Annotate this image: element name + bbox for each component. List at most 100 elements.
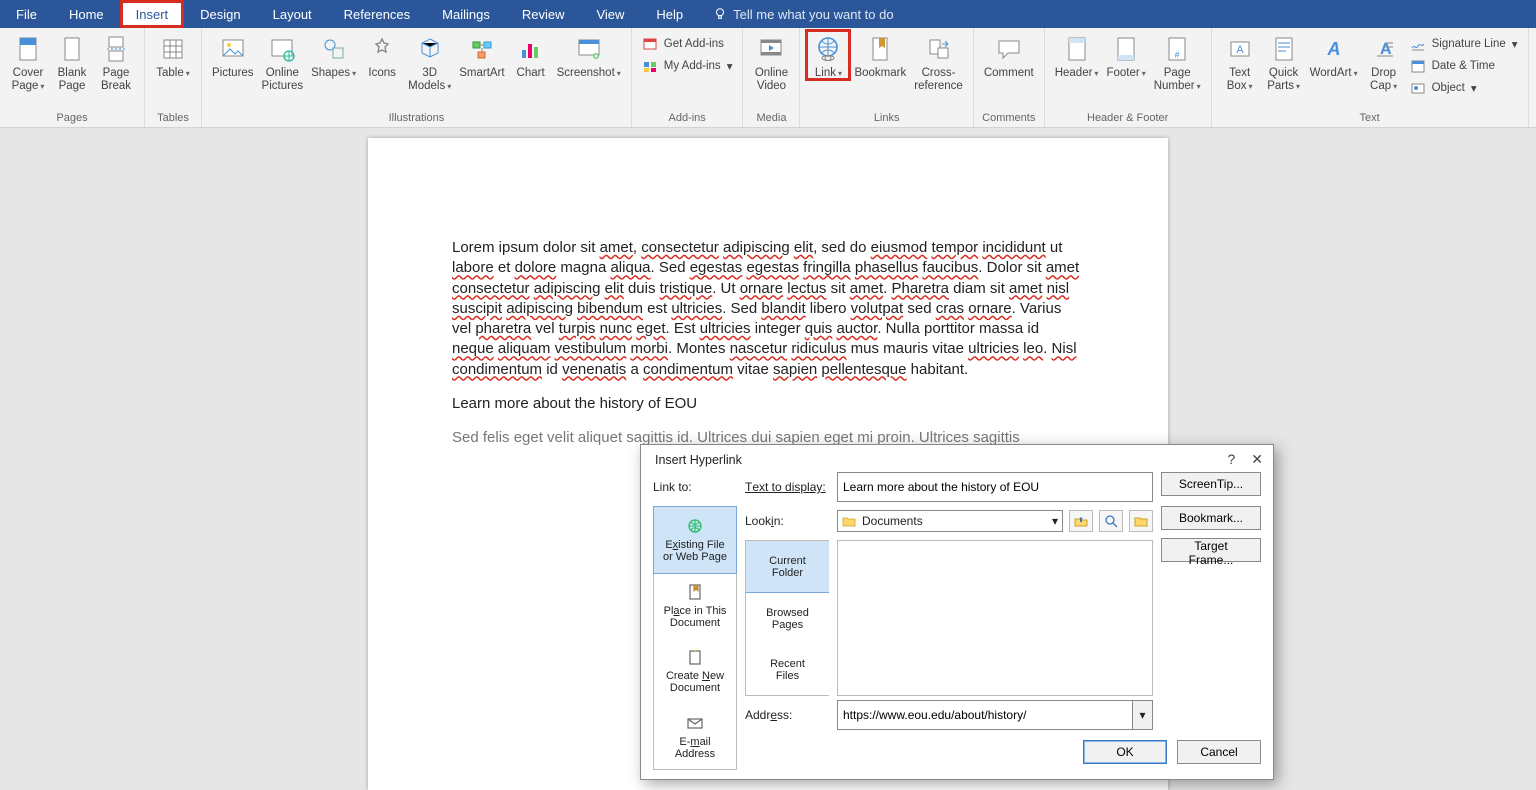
paragraph-2[interactable]: Learn more about the history of EOU (452, 394, 1084, 414)
close-icon[interactable]: ✕ (1251, 451, 1263, 468)
cover-page-button[interactable]: Cover Page▾ (6, 30, 50, 93)
chart-button[interactable]: Chart (509, 30, 553, 80)
browse-file-button[interactable] (1129, 510, 1153, 532)
group-text: AText Box▾Quick Parts▾AWordArt▾ADrop Cap… (1212, 28, 1529, 127)
email-icon (685, 713, 705, 733)
tab-review[interactable]: Review (506, 0, 581, 28)
group-label: Media (749, 110, 793, 127)
group-label: Header & Footer (1051, 110, 1205, 127)
group-label: Add-ins (638, 110, 737, 127)
get-addins-icon (642, 36, 658, 52)
link-to-label: Link to: (653, 472, 737, 502)
footer-button[interactable]: Footer▾ (1102, 30, 1149, 80)
up-one-level-button[interactable] (1069, 510, 1093, 532)
linkto-place-in-doc[interactable]: Place in ThisDocument (654, 573, 736, 639)
chevron-down-icon: ▾ (1052, 514, 1058, 528)
signature-line-button[interactable]: Signature Line▾ (1406, 34, 1522, 54)
screentip-button[interactable]: ScreenTip... (1161, 472, 1261, 496)
linkto-create-new-label: Create NewDocument (666, 670, 724, 694)
link-button[interactable]: Link▾ (806, 30, 850, 80)
screenshot-label: Screenshot▾ (557, 67, 621, 80)
icons-icon (366, 33, 398, 65)
text-box-button[interactable]: AText Box▾ (1218, 30, 1262, 93)
paragraph-1[interactable]: Lorem ipsum dolor sit amet, consectetur … (452, 238, 1084, 380)
linkto-existing-file-label: Existing Fileor Web Page (663, 539, 727, 563)
address-label: Address: (745, 700, 829, 730)
blank-page-button[interactable]: Blank Page (50, 30, 94, 93)
cancel-button[interactable]: Cancel (1177, 740, 1261, 764)
group-tables: Table▾Tables (145, 28, 202, 127)
file-list[interactable] (837, 540, 1153, 696)
tab-references[interactable]: References (328, 0, 426, 28)
bookmark-doc-icon (685, 582, 705, 602)
look-in-value: Documents (862, 514, 923, 528)
page-break-button[interactable]: Page Break (94, 30, 138, 93)
object-icon (1410, 80, 1426, 96)
look-in-select[interactable]: Documents ▾ (837, 510, 1063, 532)
3d-models-label: 3D Models▾ (408, 67, 451, 93)
comment-button[interactable]: Comment (980, 30, 1038, 80)
group-label: Pages (6, 110, 138, 127)
table-icon (157, 33, 189, 65)
blank-page-icon (56, 33, 88, 65)
screenshot-button[interactable]: Screenshot▾ (553, 30, 625, 80)
bookmark-label: Bookmark (854, 67, 906, 80)
linkto-email[interactable]: E-mailAddress (654, 704, 736, 770)
text-to-display-input[interactable] (837, 472, 1153, 502)
page-break-label: Page Break (101, 67, 131, 93)
online-pictures-button[interactable]: Online Pictures (258, 30, 308, 93)
tell-me[interactable]: Tell me what you want to do (699, 0, 907, 28)
tab-help[interactable]: Help (640, 0, 699, 28)
online-video-button[interactable]: Online Video (749, 30, 793, 93)
my-addins-button[interactable]: My Add-ins▾ (638, 56, 737, 76)
cross-reference-icon (923, 33, 955, 65)
browse-recent-files[interactable]: Recent Files (746, 644, 829, 695)
address-input[interactable] (837, 700, 1133, 730)
quick-parts-button[interactable]: Quick Parts▾ (1262, 30, 1306, 93)
text-box-icon: A (1224, 33, 1256, 65)
icons-button[interactable]: Icons (360, 30, 404, 80)
bookmark-button[interactable]: Bookmark (850, 30, 910, 80)
quick-parts-label: Quick Parts▾ (1267, 67, 1300, 93)
tab-mailings[interactable]: Mailings (426, 0, 506, 28)
target-frame-button[interactable]: Target Frame... (1161, 538, 1261, 562)
smartart-label: SmartArt (459, 67, 504, 80)
linkto-existing-file[interactable]: Existing Fileor Web Page (653, 506, 737, 574)
browse-browsed-pages[interactable]: Browsed Pages (746, 593, 829, 644)
smartart-button[interactable]: SmartArt (455, 30, 508, 80)
browse-web-button[interactable] (1099, 510, 1123, 532)
cross-reference-button[interactable]: Cross- reference (910, 30, 967, 93)
header-button[interactable]: Header▾ (1051, 30, 1103, 80)
menu-bar: File Home Insert Design Layout Reference… (0, 0, 1536, 28)
blank-page-label: Blank Page (58, 67, 87, 93)
bookmark-button[interactable]: Bookmark... (1161, 506, 1261, 530)
tab-file[interactable]: File (0, 0, 53, 28)
3d-models-button[interactable]: 3D Models▾ (404, 30, 455, 93)
pictures-button[interactable]: Pictures (208, 30, 258, 80)
table-button[interactable]: Table▾ (151, 30, 195, 80)
tab-design[interactable]: Design (184, 0, 256, 28)
drop-cap-button[interactable]: ADrop Cap▾ (1362, 30, 1406, 93)
address-dropdown[interactable]: ▾ (1133, 700, 1153, 730)
table-label: Table▾ (156, 67, 190, 80)
tab-layout[interactable]: Layout (257, 0, 328, 28)
shapes-icon (318, 33, 350, 65)
date-time-icon (1410, 58, 1426, 74)
date-time-button[interactable]: Date & Time (1406, 56, 1522, 76)
tab-view[interactable]: View (580, 0, 640, 28)
browse-current-folder[interactable]: Current Folder (746, 541, 829, 593)
group-header-footer: Header▾Footer▾#Page Number▾ Header & Foot… (1045, 28, 1212, 127)
shapes-button[interactable]: Shapes▾ (307, 30, 360, 80)
tab-home[interactable]: Home (53, 0, 120, 28)
object-label: Object (1432, 82, 1465, 94)
group-comments: CommentComments (974, 28, 1045, 127)
linkto-create-new[interactable]: Create NewDocument (654, 638, 736, 704)
help-icon[interactable]: ? (1227, 451, 1235, 468)
svg-text:A: A (1326, 39, 1340, 59)
page-number-button[interactable]: #Page Number▾ (1150, 30, 1205, 93)
ok-button[interactable]: OK (1083, 740, 1167, 764)
wordart-button[interactable]: AWordArt▾ (1306, 30, 1362, 80)
tab-insert[interactable]: Insert (120, 0, 185, 28)
get-addins-button[interactable]: Get Add-ins (638, 34, 737, 54)
object-button[interactable]: Object▾ (1406, 78, 1522, 98)
